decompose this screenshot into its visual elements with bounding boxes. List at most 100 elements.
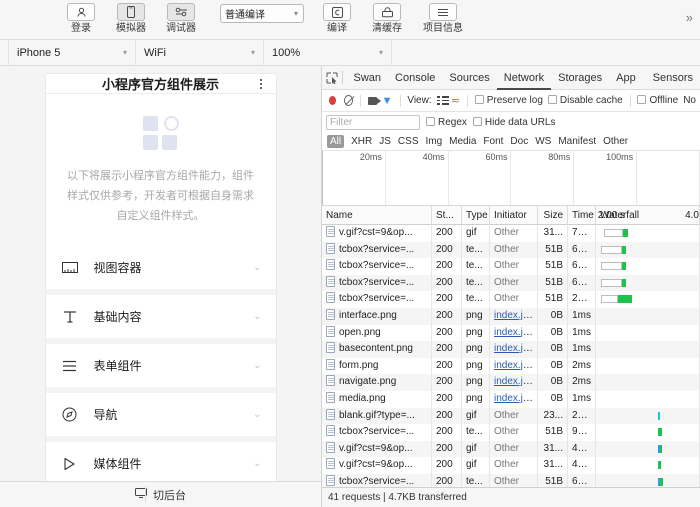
compile-mode-select[interactable]: 普通编译 ▾ bbox=[220, 4, 304, 23]
waterfall-tick: 4.0 bbox=[685, 209, 699, 221]
cell-size: 23... bbox=[538, 407, 568, 425]
hide-data-urls-checkbox[interactable]: Hide data URLs bbox=[472, 116, 556, 128]
type-filter-css[interactable]: CSS bbox=[398, 136, 419, 147]
cell-name: form.png bbox=[322, 357, 432, 375]
device-toolbar: iPhone 5 ▾ WiFi ▾ 100% ▾ bbox=[0, 39, 700, 66]
throttle-select[interactable]: No bbox=[683, 95, 696, 106]
debugger-button[interactable]: 调试器 bbox=[156, 0, 206, 35]
funnel-icon[interactable]: ▼ bbox=[382, 95, 393, 107]
offline-checkbox[interactable]: Offline bbox=[637, 95, 678, 106]
type-filter-js[interactable]: JS bbox=[379, 136, 391, 147]
tab-app-data[interactable]: App data bbox=[609, 66, 646, 108]
clear-cache-button[interactable]: 清缓存 bbox=[362, 0, 412, 35]
section-row-view-container[interactable]: 视图容器 ⌄ bbox=[45, 246, 276, 289]
background-button-label[interactable]: 切后台 bbox=[153, 487, 186, 503]
list-view-icon[interactable] bbox=[436, 96, 449, 105]
device-select[interactable]: iPhone 5 ▾ bbox=[8, 39, 136, 66]
waterfall-segment bbox=[601, 278, 622, 287]
inspect-cursor-icon[interactable] bbox=[326, 72, 338, 84]
clear-cache-label: 清缓存 bbox=[372, 23, 402, 34]
column-header-status[interactable]: St... bbox=[432, 205, 462, 225]
type-filter-ws[interactable]: WS bbox=[535, 136, 551, 147]
table-row[interactable]: tcbox?service=... 200 te... Other 51B 66... bbox=[322, 473, 700, 487]
column-header-initiator[interactable]: Initiator bbox=[490, 205, 538, 225]
waterfall-view-icon[interactable]: ≂ bbox=[451, 94, 460, 107]
section-row-base-content[interactable]: 基础内容 ⌄ bbox=[45, 295, 276, 338]
cell-size: 51B bbox=[538, 424, 568, 441]
network-timeline-overview[interactable]: 20ms 40ms 60ms 80ms 100ms bbox=[322, 151, 700, 206]
table-row[interactable]: basecontent.png 200 png index.js:1 0B 1ms bbox=[322, 341, 700, 358]
tab-sensors[interactable]: Sensors bbox=[646, 66, 700, 90]
table-row[interactable]: open.png 200 png index.js:1 0B 1ms bbox=[322, 324, 700, 342]
chevron-down-icon: ⌄ bbox=[253, 360, 262, 371]
type-filter-other[interactable]: Other bbox=[603, 136, 628, 147]
cell-time: 2ms bbox=[568, 357, 596, 375]
cell-status: 200 bbox=[432, 374, 462, 391]
type-filter-all[interactable]: All bbox=[327, 134, 345, 148]
tab-network[interactable]: Network bbox=[496, 66, 552, 90]
table-row[interactable]: navigate.png 200 png index.js:1 0B 2ms bbox=[322, 374, 700, 391]
menu-icon bbox=[429, 3, 457, 21]
section-row-form[interactable]: 表单组件 ⌄ bbox=[45, 344, 276, 387]
mini-app-title: 小程序官方组件展示 bbox=[101, 77, 219, 92]
cell-name: v.gif?cst=9&op... bbox=[322, 440, 432, 458]
cell-size: 0B bbox=[538, 357, 568, 375]
type-filter-xhr[interactable]: XHR bbox=[351, 136, 372, 147]
type-filter-img[interactable]: Img bbox=[425, 136, 442, 147]
filter-input[interactable]: Filter bbox=[326, 114, 420, 130]
type-filter-doc[interactable]: Doc bbox=[510, 136, 528, 147]
zoom-select[interactable]: 100% ▾ bbox=[264, 39, 392, 66]
table-row[interactable]: media.png 200 png index.js:1 0B 1ms bbox=[322, 390, 700, 408]
camera-icon[interactable] bbox=[367, 96, 381, 105]
type-filter-manifest[interactable]: Manifest bbox=[558, 136, 596, 147]
file-icon bbox=[326, 242, 335, 254]
table-row[interactable]: v.gif?cst=9&op... 200 gif Other 31... 49... bbox=[322, 440, 700, 458]
column-header-name[interactable]: Name bbox=[322, 205, 432, 225]
cell-status: 200 bbox=[432, 274, 462, 292]
record-dot-icon[interactable] bbox=[329, 96, 336, 105]
table-row[interactable]: tcbox?service=... 200 te... Other 51B 62... bbox=[322, 274, 700, 292]
project-info-button[interactable]: 项目信息 bbox=[412, 0, 474, 35]
cell-name: blank.gif?type=... bbox=[322, 407, 432, 425]
column-header-waterfall[interactable]: Waterfall 2.00 s 4.0 bbox=[596, 205, 700, 225]
type-filter-font[interactable]: Font bbox=[483, 136, 503, 147]
disable-cache-checkbox[interactable]: Disable cache bbox=[547, 95, 623, 106]
play-icon bbox=[60, 454, 80, 474]
cell-time: 67... bbox=[568, 241, 596, 259]
table-row[interactable]: v.gif?cst=9&op... 200 gif Other 31... 47... bbox=[322, 457, 700, 474]
waterfall-segment bbox=[622, 229, 628, 237]
regex-checkbox[interactable]: Regex bbox=[426, 116, 467, 128]
table-row[interactable]: v.gif?cst=9&op... 200 gif Other 31... 77... bbox=[322, 225, 700, 242]
simulator-button[interactable]: 模拟器 bbox=[106, 0, 156, 35]
preserve-log-checkbox[interactable]: Preserve log bbox=[474, 95, 543, 106]
network-select[interactable]: WiFi ▾ bbox=[136, 39, 264, 66]
waterfall-segment bbox=[601, 295, 618, 304]
tab-console[interactable]: Console bbox=[388, 66, 442, 90]
column-header-type[interactable]: Type bbox=[462, 205, 490, 225]
kebab-menu-icon[interactable] bbox=[259, 78, 262, 89]
section-row-navigation[interactable]: 导航 ⌄ bbox=[45, 393, 276, 436]
cell-time: 49... bbox=[568, 440, 596, 458]
table-row[interactable]: form.png 200 png index.js:1 0B 2ms bbox=[322, 357, 700, 375]
tab-sources[interactable]: Sources bbox=[442, 66, 496, 90]
table-row[interactable]: tcbox?service=... 200 te... Other 51B 24... bbox=[322, 291, 700, 308]
tab-storages[interactable]: Storages bbox=[551, 66, 609, 90]
tab-swan[interactable]: Swan bbox=[347, 66, 389, 90]
column-header-time[interactable]: Time bbox=[568, 205, 596, 225]
chevron-double-right-icon[interactable]: » bbox=[686, 10, 693, 25]
column-header-size[interactable]: Size bbox=[538, 205, 568, 225]
table-row[interactable]: tcbox?service=... 200 te... Other 51B 91... bbox=[322, 424, 700, 441]
section-row-media[interactable]: 媒体组件 ⌄ bbox=[45, 442, 276, 485]
section-label: 视图容器 bbox=[93, 261, 142, 275]
chevron-down-icon: ▾ bbox=[293, 9, 298, 18]
compile-button[interactable]: 编译 bbox=[312, 0, 362, 35]
disable-cache-label: Disable cache bbox=[559, 95, 623, 106]
clear-icon[interactable] bbox=[343, 95, 353, 106]
table-row[interactable]: blank.gif?type=... 200 gif Other 23... 26... bbox=[322, 407, 700, 425]
table-row[interactable]: tcbox?service=... 200 te... Other 51B 67... bbox=[322, 258, 700, 275]
table-row[interactable]: interface.png 200 png index.js:1 0B 1ms bbox=[322, 307, 700, 325]
type-filter-media[interactable]: Media bbox=[449, 136, 476, 147]
request-list[interactable]: v.gif?cst=9&op... 200 gif Other 31... 77... tc… bbox=[322, 225, 700, 487]
table-row[interactable]: tcbox?service=... 200 te... Other 51B 67... bbox=[322, 241, 700, 259]
login-button[interactable]: 登录 bbox=[56, 0, 106, 35]
